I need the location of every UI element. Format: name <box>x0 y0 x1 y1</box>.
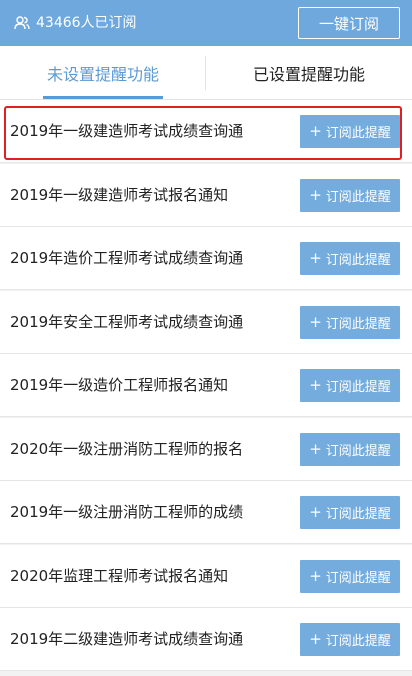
subscribe-reminder-label: 订阅此提醒 <box>325 443 391 459</box>
list-item: 2020年监理工程师考试报名通知 + 订阅此提醒 <box>0 544 412 608</box>
active-tab-indicator <box>43 96 163 99</box>
list-item: 2020年一级注册消防工程师的报名 + 订阅此提醒 <box>0 417 412 481</box>
list-item: 2019年造价工程师考试成绩查询通 + 订阅此提醒 <box>0 227 412 290</box>
list-item: 2019年二级建造师考试成绩查询通 + 订阅此提醒 <box>0 608 412 671</box>
plus-icon: + <box>309 312 322 331</box>
subscribe-reminder-label: 订阅此提醒 <box>325 316 391 332</box>
plus-icon: + <box>309 376 322 394</box>
list-item-title: 2020年一级注册消防工程师的报名 <box>10 439 244 458</box>
subscribe-reminder-label: 订阅此提醒 <box>325 126 391 141</box>
plus-icon: + <box>309 249 322 267</box>
list-item-title: 2019年一级造价工程师报名通知 <box>10 376 229 394</box>
users-icon <box>14 16 30 30</box>
list-item-title: 2019年造价工程师考试成绩查询通 <box>10 249 244 267</box>
list-item: 2019年安全工程师考试成绩查询通 + 订阅此提醒 <box>0 290 412 354</box>
subscribe-reminder-label: 订阅此提醒 <box>325 634 391 649</box>
plus-icon: + <box>309 439 322 458</box>
subscribe-reminder-button[interactable]: + 订阅此提醒 <box>300 559 400 593</box>
list-item: 2019年一级造价工程师报名通知 + 订阅此提醒 <box>0 354 412 417</box>
tab-not-set-reminder[interactable]: 未设置提醒功能 <box>0 46 206 100</box>
subscribe-reminder-label: 订阅此提醒 <box>325 570 391 586</box>
list-item-title: 2019年一级建造师考试成绩查询通 <box>10 122 244 140</box>
plus-icon: + <box>309 630 322 648</box>
list-item-title: 2019年一级注册消防工程师的成绩 <box>10 503 244 521</box>
subscribe-reminder-label: 订阅此提醒 <box>325 507 391 522</box>
list-item-title: 2019年一级建造师考试报名通知 <box>10 185 229 204</box>
subscribe-reminder-button[interactable]: + 订阅此提醒 <box>300 305 400 339</box>
plus-icon: + <box>309 566 322 585</box>
subscriber-count: 43466人已订阅 <box>36 15 137 31</box>
subscribe-reminder-label: 订阅此提醒 <box>325 253 391 268</box>
list-item-title: 2020年监理工程师考试报名通知 <box>10 566 229 585</box>
subscribe-reminder-button[interactable]: + 订阅此提醒 <box>300 242 400 275</box>
plus-icon: + <box>309 503 322 521</box>
subscribe-reminder-button[interactable]: + 订阅此提醒 <box>300 115 400 148</box>
tab-bar: 未设置提醒功能 已设置提醒功能 <box>0 46 412 100</box>
subscribe-reminder-label: 订阅此提醒 <box>325 380 391 395</box>
list-item: 2019年一级建造师考试报名通知 + 订阅此提醒 <box>0 163 412 227</box>
plus-icon: + <box>309 185 322 204</box>
list-item-title: 2019年安全工程师考试成绩查询通 <box>10 312 244 331</box>
subscribe-reminder-button[interactable]: + 订阅此提醒 <box>300 178 400 212</box>
list-item: 2019年一级注册消防工程师的成绩 + 订阅此提醒 <box>0 481 412 544</box>
tab-set-reminder[interactable]: 已设置提醒功能 <box>206 46 412 100</box>
plus-icon: + <box>309 122 322 140</box>
top-bar: 43466人已订阅 一键订阅 <box>0 0 412 46</box>
list-item-title: 2019年二级建造师考试成绩查询通 <box>10 630 244 648</box>
one-key-subscribe-button[interactable]: 一键订阅 <box>298 7 400 39</box>
subscribe-reminder-button[interactable]: + 订阅此提醒 <box>300 369 400 402</box>
subscribe-reminder-button[interactable]: + 订阅此提醒 <box>300 623 400 656</box>
list-item: 2019年一级建造师考试成绩查询通 + 订阅此提醒 <box>0 100 412 163</box>
subscribe-reminder-button[interactable]: + 订阅此提醒 <box>300 496 400 529</box>
subscribe-reminder-label: 订阅此提醒 <box>325 189 391 205</box>
subscribe-reminder-button[interactable]: + 订阅此提醒 <box>300 432 400 466</box>
